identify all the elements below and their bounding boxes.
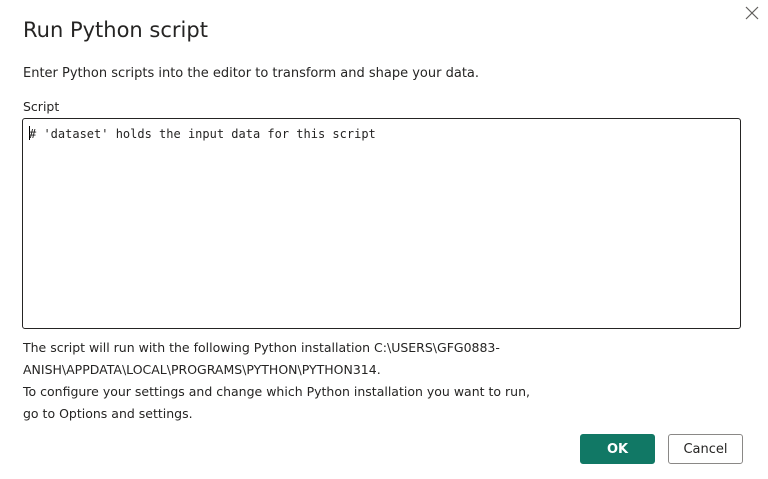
cancel-button[interactable]: Cancel	[668, 434, 743, 464]
info-line-installation: The script will run with the following P…	[23, 340, 500, 355]
python-installation-info: The script will run with the following P…	[23, 337, 543, 425]
dialog-description: Enter Python scripts into the editor to …	[23, 66, 480, 81]
dialog-title: Run Python script	[23, 18, 208, 42]
info-line-installation-path: ANISH\APPDATA\LOCAL\PROGRAMS\PYTHON\PYTH…	[23, 362, 381, 377]
script-label: Script	[23, 99, 60, 114]
close-button[interactable]	[742, 3, 762, 23]
script-editor-content: # 'dataset' holds the input data for thi…	[29, 127, 376, 141]
info-line-options: To configure your settings and change wh…	[23, 384, 530, 421]
ok-button[interactable]: OK	[580, 434, 655, 464]
script-editor[interactable]: # 'dataset' holds the input data for thi…	[22, 118, 741, 329]
close-icon	[745, 6, 759, 20]
run-python-script-dialog: Run Python script Enter Python scripts i…	[0, 0, 768, 479]
